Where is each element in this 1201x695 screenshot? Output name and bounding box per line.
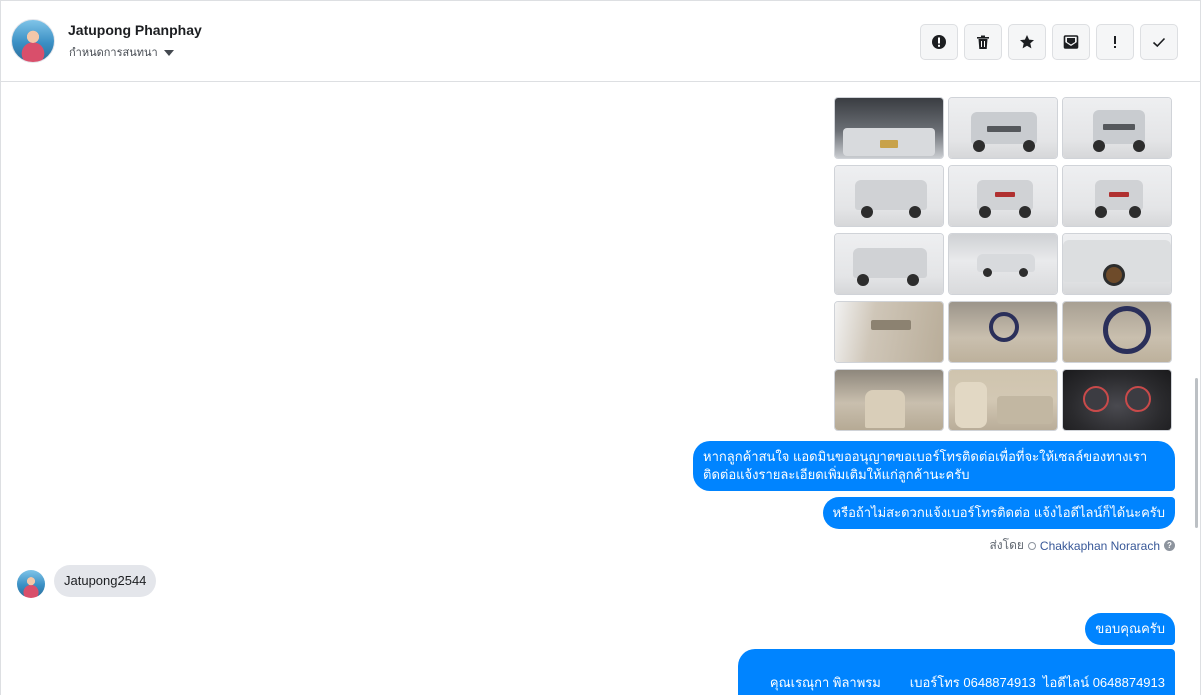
seen-check-icon bbox=[1027, 541, 1036, 550]
message-text: Jatupong2544 bbox=[64, 573, 147, 588]
envelope-icon bbox=[1063, 35, 1079, 49]
photo-rear-view-2[interactable] bbox=[1062, 165, 1172, 227]
agent-name-link[interactable]: Chakkaphan Norarach bbox=[1040, 539, 1160, 553]
sent-by-info: ส่งโดย Chakkaphan Norarach ? bbox=[989, 536, 1175, 555]
photo-front-view-2[interactable] bbox=[1062, 97, 1172, 159]
spam-button[interactable] bbox=[920, 24, 958, 60]
message-text-line: หากลูกค้าสนใจ แอดมินขออนุญาตขอเบอร์โทรติ… bbox=[703, 449, 1148, 464]
outgoing-message[interactable]: หากลูกค้าสนใจ แอดมินขออนุญาตขอเบอร์โทรติ… bbox=[693, 441, 1175, 491]
star-icon bbox=[1020, 35, 1034, 49]
photo-rear-three-quarter[interactable] bbox=[834, 165, 944, 227]
check-icon bbox=[1152, 37, 1166, 48]
incoming-message[interactable]: Jatupong2544 bbox=[54, 565, 157, 597]
trash-icon bbox=[977, 35, 989, 49]
message-text: ขอบคุณครับ bbox=[1095, 621, 1165, 636]
conversation-header: Jatupong Phanphay กำหนดการสนทนา bbox=[1, 1, 1200, 82]
assign-conversation-label: กำหนดการสนทนา bbox=[69, 47, 158, 59]
sender-avatar[interactable] bbox=[17, 570, 45, 598]
message-thread[interactable]: หากลูกค้าสนใจ แอดมินขออนุญาตขอเบอร์โทรติ… bbox=[1, 83, 1200, 695]
photo-front-view[interactable] bbox=[948, 97, 1058, 159]
sent-by-label: ส่งโดย bbox=[989, 538, 1024, 552]
conversation-window: Jatupong Phanphay กำหนดการสนทนา หากลูกค้… bbox=[0, 0, 1201, 695]
photo-rear-view[interactable] bbox=[948, 165, 1058, 227]
message-text-line: ติดต่อแจ้งรายละเอียดเพิ่มเติมให้แก่ลูกค้… bbox=[703, 467, 970, 482]
outgoing-message[interactable]: หรือถ้าไม่สะดวกแจ้งเบอร์โทรติดต่อ แจ้งไอ… bbox=[822, 497, 1175, 529]
message-text: หรือถ้าไม่สะดวกแจ้งเบอร์โทรติดต่อ แจ้งไอ… bbox=[832, 505, 1165, 520]
photo-rear-side[interactable] bbox=[834, 233, 944, 295]
photo-rear-seat[interactable] bbox=[948, 369, 1058, 431]
photo-seat-interior[interactable] bbox=[834, 369, 944, 431]
avatar[interactable] bbox=[11, 19, 55, 63]
mark-unread-button[interactable] bbox=[1052, 24, 1090, 60]
photo-attachment-grid bbox=[834, 97, 1172, 431]
help-icon[interactable]: ? bbox=[1164, 540, 1175, 551]
photo-steering-interior[interactable] bbox=[948, 301, 1058, 363]
photo-front-detail[interactable] bbox=[1062, 233, 1172, 295]
exclamation-icon bbox=[1114, 36, 1116, 48]
photo-steering-closeup[interactable] bbox=[1062, 301, 1172, 363]
delete-button[interactable] bbox=[964, 24, 1002, 60]
photo-engine-bay[interactable] bbox=[834, 97, 944, 159]
alert-circle-icon bbox=[932, 35, 946, 49]
mark-done-button[interactable] bbox=[1140, 24, 1178, 60]
scrollbar[interactable] bbox=[1195, 378, 1198, 528]
contact-name[interactable]: Jatupong Phanphay bbox=[68, 22, 202, 38]
message-text: คุณเรณุกา พิลาพรม เบอร์โทร 0648874913 ไอ… bbox=[769, 675, 1165, 690]
assign-conversation-dropdown[interactable]: กำหนดการสนทนา bbox=[69, 43, 174, 61]
chevron-down-icon bbox=[163, 50, 174, 56]
photo-side-view-garage[interactable] bbox=[948, 233, 1058, 295]
photo-door-panel[interactable] bbox=[834, 301, 944, 363]
toolbar bbox=[920, 24, 1178, 60]
outgoing-message[interactable]: ขอบคุณครับ bbox=[1085, 613, 1175, 645]
outgoing-message[interactable]: คุณเรณุกา พิลาพรม เบอร์โทร 0648874913 ไอ… bbox=[738, 649, 1175, 695]
star-button[interactable] bbox=[1008, 24, 1046, 60]
follow-up-button[interactable] bbox=[1096, 24, 1134, 60]
photo-gauge-cluster[interactable] bbox=[1062, 369, 1172, 431]
